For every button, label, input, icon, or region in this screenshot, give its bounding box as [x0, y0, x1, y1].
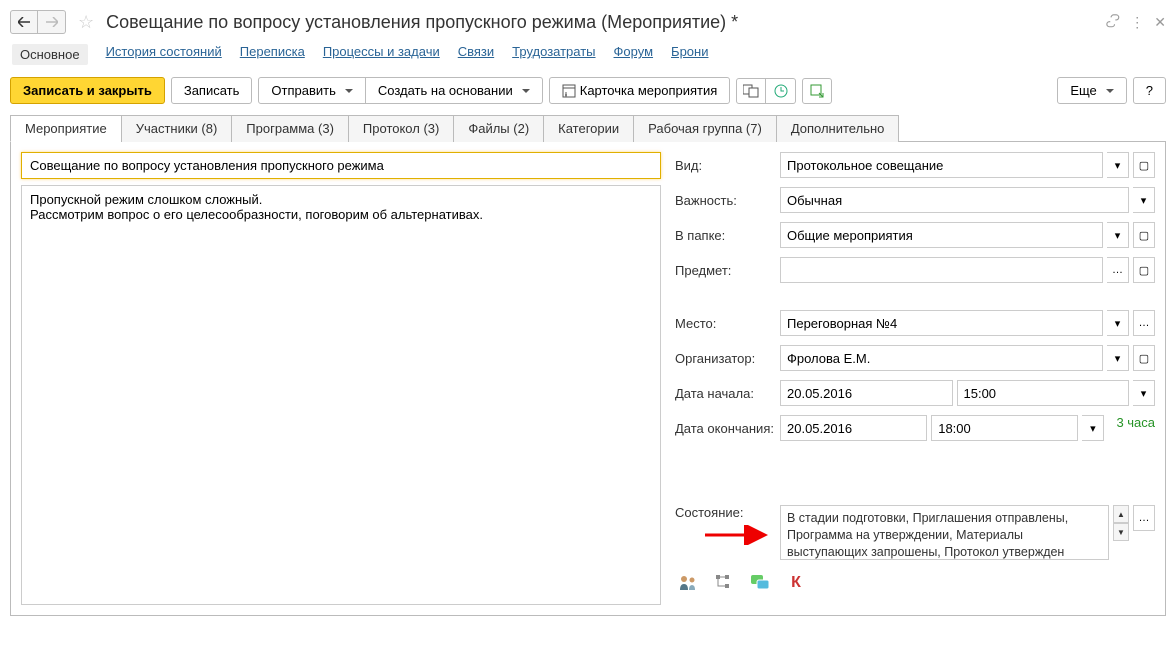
menu-dots-icon[interactable]: ⋮ [1130, 14, 1144, 31]
section-tab-booking[interactable]: Брони [671, 44, 708, 65]
people-icon[interactable] [677, 572, 699, 594]
importance-input[interactable] [780, 187, 1129, 213]
organizer-dropdown-icon[interactable]: ▾ [1107, 345, 1129, 371]
card-button[interactable]: Карточка мероприятия [549, 77, 731, 104]
tab-event[interactable]: Мероприятие [10, 115, 122, 142]
link-icon[interactable] [1106, 14, 1120, 31]
favorite-star-icon[interactable]: ☆ [78, 12, 94, 33]
section-tab-links[interactable]: Связи [458, 44, 494, 65]
section-tab-labor[interactable]: Трудозатраты [512, 44, 595, 65]
state-scroll-down-icon[interactable]: ▼ [1113, 523, 1129, 541]
state-textbox[interactable]: В стадии подготовки, Приглашения отправл… [780, 505, 1109, 560]
kind-dropdown-icon[interactable]: ▾ [1107, 152, 1129, 178]
chat-icon[interactable] [749, 572, 771, 594]
kind-label: Вид: [675, 158, 780, 173]
section-tab-history[interactable]: История состояний [106, 44, 222, 65]
tab-files[interactable]: Файлы (2) [453, 115, 544, 142]
place-input[interactable] [780, 310, 1103, 336]
subject-input[interactable] [21, 152, 661, 179]
folder-label: В папке: [675, 228, 780, 243]
description-textarea[interactable] [21, 185, 661, 605]
section-tabs: Основное История состояний Переписка Про… [10, 44, 1166, 65]
tab-additional[interactable]: Дополнительно [776, 115, 900, 142]
item-label: Предмет: [675, 263, 780, 278]
item-open-icon[interactable]: ▢ [1133, 257, 1155, 283]
date-start-input[interactable] [780, 380, 953, 406]
create-based-button[interactable]: Создать на основании [366, 77, 543, 104]
section-tab-forum[interactable]: Форум [614, 44, 654, 65]
state-label: Состояние: [675, 505, 780, 520]
tree-icon[interactable] [713, 572, 735, 594]
close-icon[interactable]: ✕ [1154, 14, 1166, 31]
place-label: Место: [675, 316, 780, 331]
kind-open-icon[interactable]: ▢ [1133, 152, 1155, 178]
annotation-arrow-icon [705, 525, 775, 545]
tab-categories[interactable]: Категории [543, 115, 634, 142]
help-button[interactable]: ? [1133, 77, 1166, 104]
send-button[interactable]: Отправить [258, 77, 365, 104]
folder-input[interactable] [780, 222, 1103, 248]
place-ellipsis-icon[interactable]: … [1133, 310, 1155, 336]
toolbar-icon-2[interactable] [766, 78, 796, 104]
k-icon[interactable]: К [785, 572, 807, 594]
organizer-open-icon[interactable]: ▢ [1133, 345, 1155, 371]
duration-text: 3 часа [1116, 415, 1155, 441]
place-dropdown-icon[interactable]: ▾ [1107, 310, 1129, 336]
folder-open-icon[interactable]: ▢ [1133, 222, 1155, 248]
importance-label: Важность: [675, 193, 780, 208]
date-end-input[interactable] [780, 415, 927, 441]
tab-protocol[interactable]: Протокол (3) [348, 115, 454, 142]
item-input[interactable] [780, 257, 1103, 283]
importance-dropdown-icon[interactable]: ▾ [1133, 187, 1155, 213]
save-close-button[interactable]: Записать и закрыть [10, 77, 165, 104]
section-tab-main[interactable]: Основное [12, 44, 88, 65]
tab-workgroup[interactable]: Рабочая группа (7) [633, 115, 777, 142]
window-title: Совещание по вопросу установления пропус… [106, 12, 1100, 33]
tab-participants[interactable]: Участники (8) [121, 115, 233, 142]
folder-dropdown-icon[interactable]: ▾ [1107, 222, 1129, 248]
time-end-dropdown-icon[interactable]: ▾ [1082, 415, 1104, 441]
date-start-label: Дата начала: [675, 386, 780, 401]
date-end-label: Дата окончания: [675, 421, 780, 436]
toolbar-icon-3[interactable] [802, 78, 832, 104]
kind-input[interactable] [780, 152, 1103, 178]
item-ellipsis-icon[interactable]: … [1107, 257, 1129, 283]
time-start-input[interactable] [957, 380, 1130, 406]
more-button[interactable]: Еще [1057, 77, 1126, 104]
time-end-input[interactable] [931, 415, 1078, 441]
state-scroll-up-icon[interactable]: ▲ [1113, 505, 1129, 523]
organizer-input[interactable] [780, 345, 1103, 371]
time-start-dropdown-icon[interactable]: ▾ [1133, 380, 1155, 406]
toolbar-icon-1[interactable] [736, 78, 766, 104]
state-ellipsis-icon[interactable]: … [1133, 505, 1155, 531]
nav-back-button[interactable] [10, 10, 38, 34]
nav-forward-button[interactable] [38, 10, 66, 34]
tab-program[interactable]: Программа (3) [231, 115, 349, 142]
organizer-label: Организатор: [675, 351, 780, 366]
save-button[interactable]: Записать [171, 77, 253, 104]
section-tab-correspondence[interactable]: Переписка [240, 44, 305, 65]
section-tab-processes[interactable]: Процессы и задачи [323, 44, 440, 65]
